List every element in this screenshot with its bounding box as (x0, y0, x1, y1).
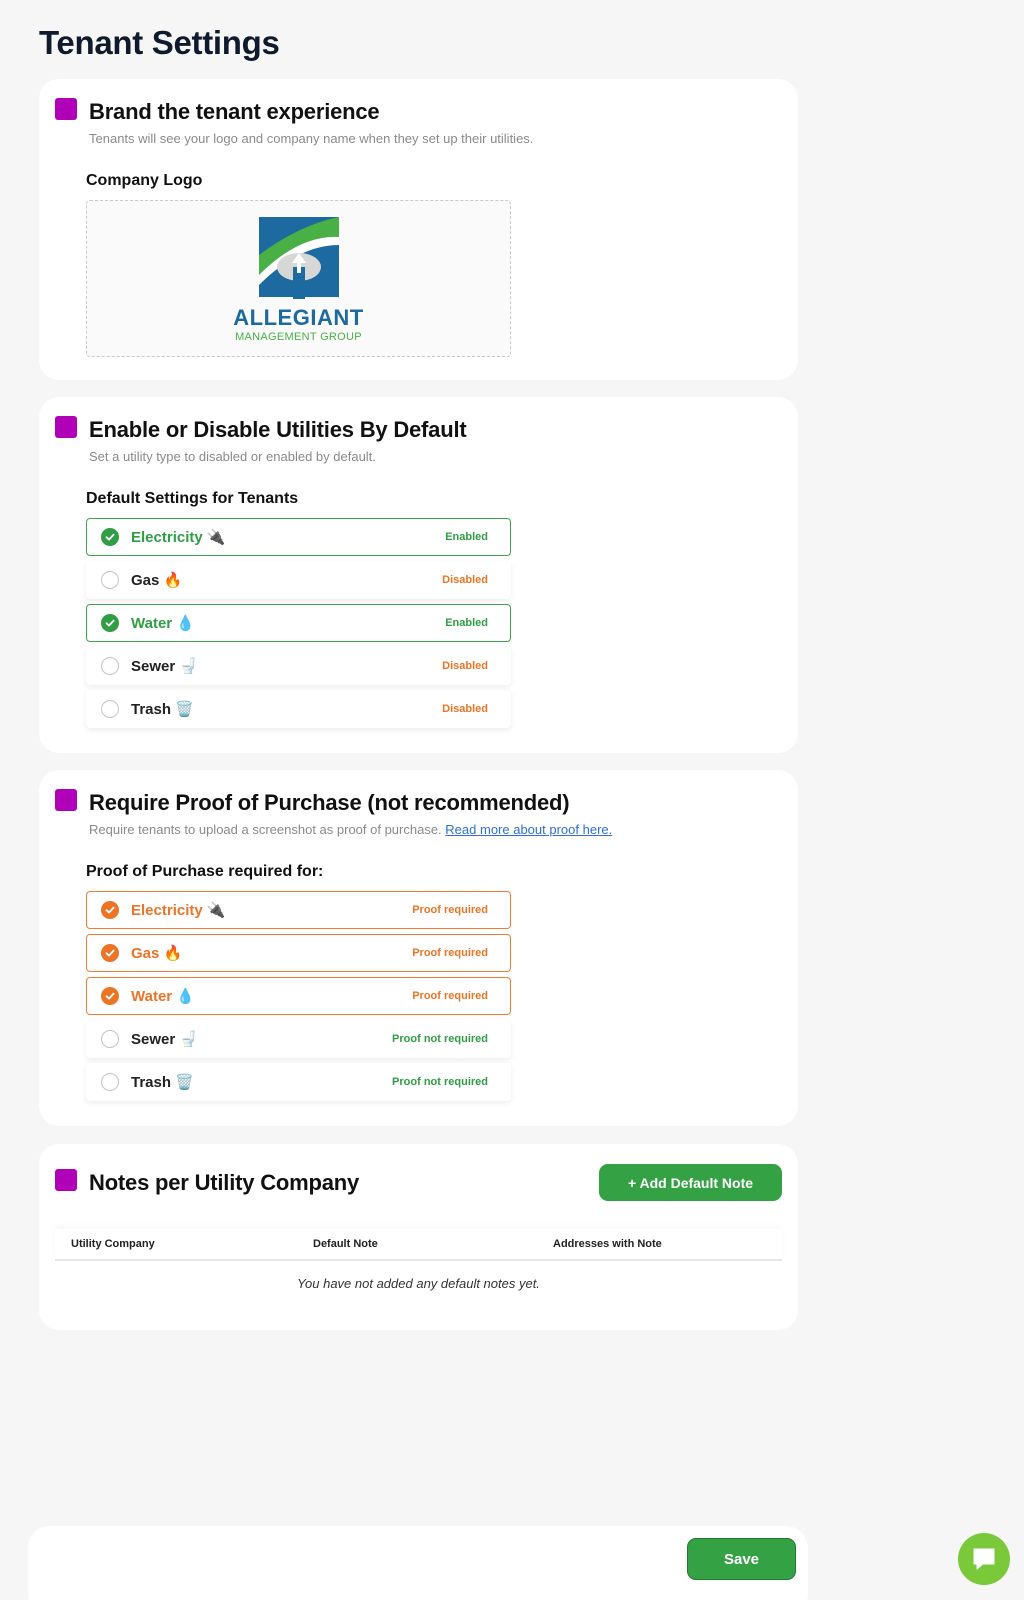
notes-table: Utility Company Default Note Addresses w… (55, 1229, 782, 1291)
brand-title: Brand the tenant experience (89, 99, 380, 124)
option-label: Electricity 🔌 (131, 529, 226, 546)
checkmark-icon (101, 944, 119, 962)
option-status: Enabled (445, 617, 488, 629)
option-status: Disabled (442, 703, 488, 715)
chat-bubble-icon (973, 1548, 995, 1570)
option-label: Water 💧 (131, 988, 195, 1005)
proof-list: Electricity 🔌 Proof required Gas 🔥 Proof re… (86, 891, 511, 1101)
defaults-list: Electricity 🔌 Enabled Gas 🔥 Disabled Water 💧… (86, 518, 511, 728)
add-default-note-button[interactable]: + Add Default Note (599, 1164, 782, 1201)
defaults-title: Enable or Disable Utilities By Default (89, 417, 467, 442)
defaults-list-label: Default Settings for Tenants (86, 490, 299, 507)
page-title: Tenant Settings (39, 24, 280, 61)
radio-empty-icon (101, 571, 119, 589)
radio-empty-icon (101, 1073, 119, 1091)
proof-list-label: Proof of Purchase required for: (86, 863, 324, 880)
option-label: Water 💧 (131, 615, 195, 632)
option-label: Trash 🗑️ (131, 1074, 194, 1091)
notes-card: Notes per Utility Company + Add Default … (39, 1144, 798, 1330)
notes-title: Notes per Utility Company (89, 1169, 360, 1195)
notes-empty-message: You have not added any default notes yet… (297, 1276, 540, 1291)
defaults-description: Set a utility type to disabled or enable… (89, 449, 376, 464)
radio-empty-icon (101, 657, 119, 675)
column-utility-company: Utility Company (71, 1238, 155, 1250)
chat-widget-button[interactable] (958, 1533, 1010, 1585)
option-label: Gas 🔥 (131, 945, 183, 962)
defaults-option-1[interactable]: Gas 🔥 Disabled (86, 561, 511, 599)
option-status: Proof required (412, 947, 488, 959)
footer-bar: Save (28, 1526, 808, 1600)
radio-empty-icon (101, 1030, 119, 1048)
radio-empty-icon (101, 700, 119, 718)
section-marker-icon (55, 789, 77, 811)
company-logo-label: Company Logo (86, 172, 203, 189)
defaults-card: Enable or Disable Utilities By Default S… (39, 397, 798, 753)
option-status: Proof required (412, 990, 488, 1002)
option-label: Sewer 🚽 (131, 1031, 199, 1048)
proof-option-0[interactable]: Electricity 🔌 Proof required (86, 891, 511, 929)
proof-description: Require tenants to upload a screenshot a… (89, 822, 782, 837)
proof-option-4[interactable]: Trash 🗑️ Proof not required (86, 1063, 511, 1101)
option-status: Disabled (442, 660, 488, 672)
section-marker-icon (55, 1168, 77, 1191)
checkmark-icon (101, 614, 119, 632)
company-logo-icon (258, 216, 339, 299)
company-logo-upload[interactable]: ALLEGIANT MANAGEMENT GROUP (86, 200, 511, 357)
option-status: Proof not required (392, 1033, 488, 1045)
defaults-option-0[interactable]: Electricity 🔌 Enabled (86, 518, 511, 556)
proof-option-2[interactable]: Water 💧 Proof required (86, 977, 511, 1015)
checkmark-icon (101, 901, 119, 919)
option-status: Proof required (412, 904, 488, 916)
option-status: Enabled (445, 531, 488, 543)
section-marker-icon (55, 98, 77, 120)
option-status: Disabled (442, 574, 488, 586)
proof-title: Require Proof of Purchase (not recommend… (89, 790, 570, 815)
checkmark-icon (101, 987, 119, 1005)
notes-table-header: Utility Company Default Note Addresses w… (55, 1229, 782, 1261)
option-label: Electricity 🔌 (131, 902, 226, 919)
proof-description-text: Require tenants to upload a screenshot a… (89, 822, 442, 837)
defaults-option-2[interactable]: Water 💧 Enabled (86, 604, 511, 642)
logo-subtext: MANAGEMENT GROUP (235, 330, 362, 343)
column-addresses-with-note: Addresses with Note (553, 1238, 662, 1250)
defaults-option-3[interactable]: Sewer 🚽 Disabled (86, 647, 511, 685)
brand-card: Brand the tenant experience Tenants will… (39, 79, 798, 380)
option-label: Sewer 🚽 (131, 658, 199, 675)
proof-card: Require Proof of Purchase (not recommend… (39, 770, 798, 1126)
proof-read-more-link[interactable]: Read more about proof here. (445, 822, 612, 837)
brand-description: Tenants will see your logo and company n… (89, 131, 534, 146)
logo-wordmark: ALLEGIANT (233, 304, 364, 330)
column-default-note: Default Note (313, 1238, 378, 1250)
checkmark-icon (101, 528, 119, 546)
option-label: Gas 🔥 (131, 572, 183, 589)
option-status: Proof not required (392, 1076, 488, 1088)
option-label: Trash 🗑️ (131, 701, 194, 718)
section-marker-icon (55, 416, 77, 438)
proof-option-3[interactable]: Sewer 🚽 Proof not required (86, 1020, 511, 1058)
defaults-option-4[interactable]: Trash 🗑️ Disabled (86, 690, 511, 728)
save-button[interactable]: Save (687, 1538, 796, 1580)
proof-option-1[interactable]: Gas 🔥 Proof required (86, 934, 511, 972)
